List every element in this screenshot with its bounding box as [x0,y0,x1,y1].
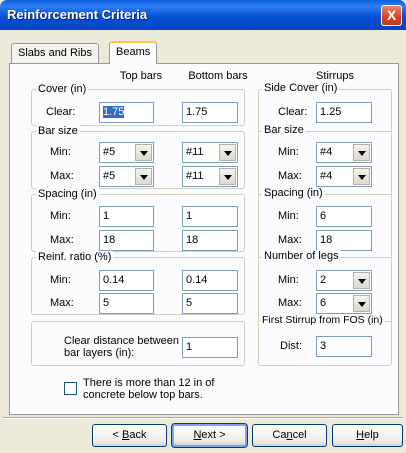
first-stirrup-dist-input[interactable]: 3 [316,336,372,357]
bottom-bar-size-max-select[interactable]: #11 [182,166,238,187]
first-stirrup-dist-label: Dist: [280,340,302,352]
dropdown-arrow-icon[interactable] [219,168,236,185]
stirrups-header: Stirrups [316,70,354,82]
top-ratio-min-input[interactable]: 0.14 [99,270,154,291]
stirrup-spacing-max-label: Max: [278,234,302,246]
cover-clear-label: Clear: [46,106,76,118]
side-cover-clear-input[interactable]: 1.25 [316,102,372,123]
clear-distance-label-line1: Clear distance between [64,335,179,347]
reinf-ratio-legend: Reinf. ratio (%) [36,251,114,263]
top-ratio-max-input[interactable]: 5 [99,293,154,314]
top-bar-size-min-select[interactable]: #5 [99,142,154,163]
reinf-ratio-max-label: Max: [50,297,74,309]
bar-size-max-label: Max: [50,170,74,182]
tab-label: Slabs and Ribs [18,47,92,59]
bottom-spacing-max-input[interactable]: 18 [182,230,238,251]
bottom-spacing-min-input[interactable]: 1 [182,206,238,227]
help-button[interactable]: Help [332,424,403,447]
top-bar-size-max-select[interactable]: #5 [99,166,154,187]
cover-legend: Cover (in) [36,83,89,95]
concrete-check-label-line1: There is more than 12 in of [83,377,215,389]
top-spacing-max-input[interactable]: 18 [99,230,154,251]
legs-max-select[interactable]: 6 [316,293,372,314]
dropdown-arrow-icon[interactable] [135,168,152,185]
dropdown-arrow-icon[interactable] [219,144,236,161]
stirrup-bar-size-min-select[interactable]: #4 [316,142,372,163]
bar-size-min-label: Min: [50,146,71,158]
button-divider [3,417,403,419]
dropdown-arrow-icon[interactable] [353,168,370,185]
dropdown-arrow-icon[interactable] [353,295,370,312]
tab-beams[interactable]: Beams [109,41,158,64]
close-button[interactable]: X [381,5,402,26]
close-icon: X [386,7,397,23]
top-clear-cover-input[interactable]: 1.75 [99,102,154,123]
stirrup-spacing-min-label: Min: [278,210,299,222]
window-title: Reinforcement Criteria [7,7,148,22]
stirrup-bar-size-max-select[interactable]: #4 [316,166,372,187]
dropdown-arrow-icon[interactable] [135,144,152,161]
spacing-max-label: Max: [50,234,74,246]
stirrup-bar-max-label: Max: [278,170,302,182]
stirrup-bar-size-legend: Bar size [262,124,306,136]
bottom-ratio-min-input[interactable]: 0.14 [182,270,238,291]
side-cover-clear-label: Clear: [278,106,308,118]
first-stirrup-legend: First Stirrup from FOS (in) [260,314,385,326]
bottom-bars-header: Bottom bars [188,70,248,82]
concrete-below-top-bars-checkbox[interactable] [64,382,77,395]
next-button[interactable]: Next > [171,423,248,448]
bottom-ratio-max-input[interactable]: 5 [182,293,238,314]
title-bar[interactable]: Reinforcement Criteria X [0,0,406,30]
tab-label: Beams [116,46,151,58]
bottom-bar-size-min-select[interactable]: #11 [182,142,238,163]
number-of-legs-legend: Number of legs [262,250,341,262]
legs-min-label: Min: [278,274,299,286]
stirrup-bar-min-label: Min: [278,146,299,158]
beams-tab-panel: Top bars Bottom bars Stirrups Cover (in)… [9,63,399,415]
top-bars-header: Top bars [119,70,163,82]
dropdown-arrow-icon[interactable] [353,144,370,161]
spacing-legend: Spacing (in) [36,188,99,200]
reinf-ratio-min-label: Min: [50,274,71,286]
side-cover-legend: Side Cover (in) [262,82,340,94]
stirrup-spacing-min-input[interactable]: 6 [316,206,372,227]
legs-max-label: Max: [278,297,302,309]
back-button[interactable]: < Back [92,424,167,447]
bar-size-legend: Bar size [36,125,80,137]
stirrup-spacing-legend: Spacing (in) [262,187,325,199]
bottom-clear-cover-input[interactable]: 1.75 [182,102,238,123]
cancel-button[interactable]: Cancel [252,424,327,447]
spacing-min-label: Min: [50,210,71,222]
clear-distance-label-line2: bar layers (in): [64,347,135,359]
dialog-window: Reinforcement Criteria X Slabs and Ribs … [0,0,406,453]
stirrup-spacing-max-input[interactable]: 18 [316,230,372,251]
clear-distance-input[interactable]: 1 [182,337,238,358]
top-spacing-min-input[interactable]: 1 [99,206,154,227]
tab-slabs-and-ribs[interactable]: Slabs and Ribs [11,43,99,64]
dropdown-arrow-icon[interactable] [353,272,370,289]
legs-min-select[interactable]: 2 [316,270,372,291]
concrete-check-label-line2: concrete below top bars. [83,389,203,401]
